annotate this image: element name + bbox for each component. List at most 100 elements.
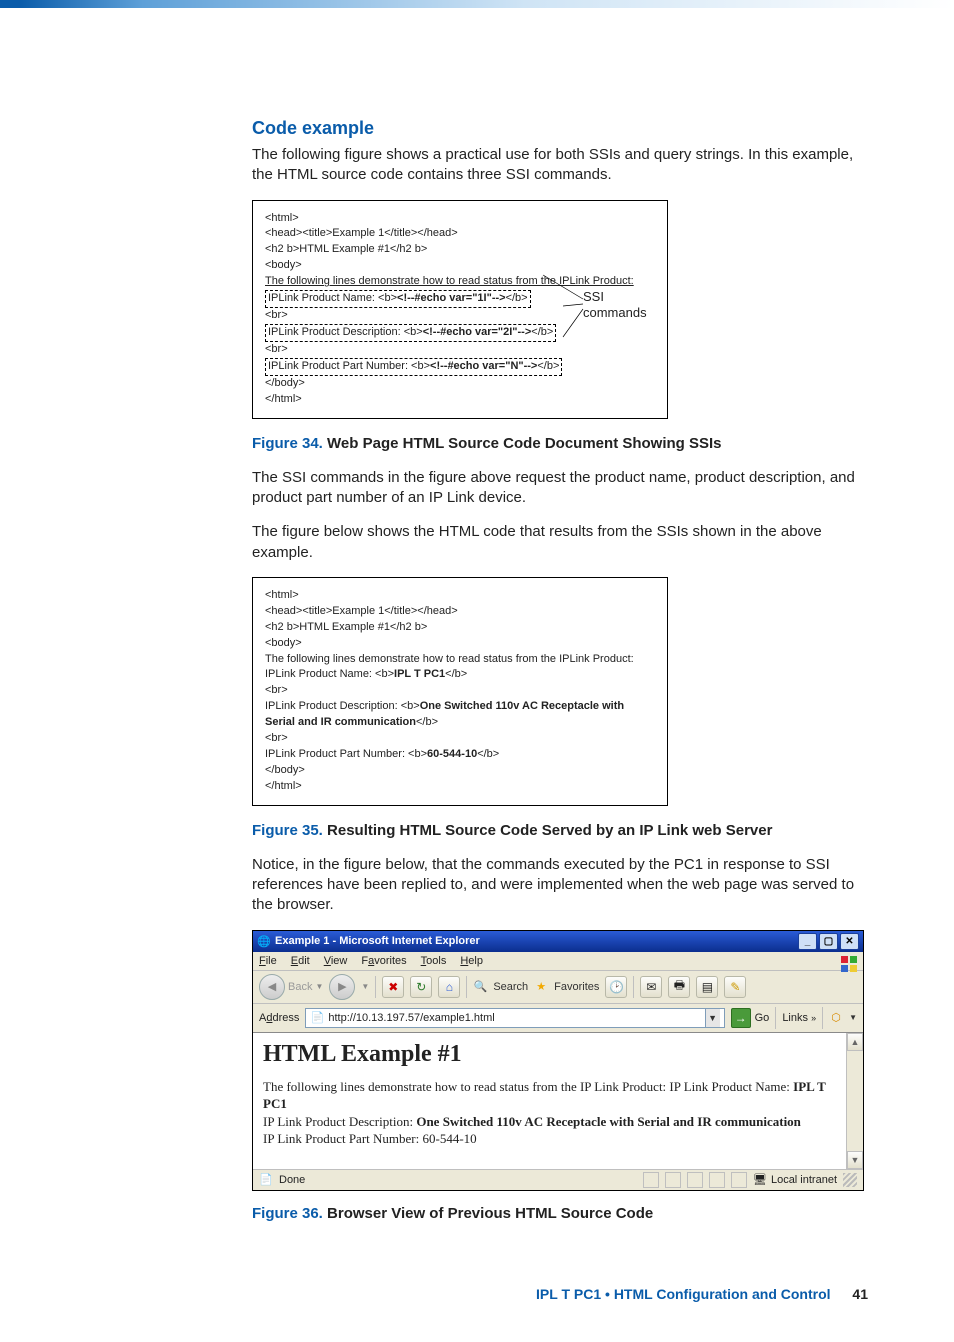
resize-grip-icon[interactable] (843, 1173, 857, 1187)
menu-view[interactable]: View (324, 955, 348, 967)
status-text: Done (279, 1174, 305, 1186)
body-paragraph: The figure below shows the HTML code tha… (252, 522, 868, 563)
menu-help[interactable]: Help (460, 955, 483, 967)
toolbar: ◀ Back ▼ ▶ ▼ ✖ ↻ ⌂ 🔍 Search ★ Favorites … (253, 971, 863, 1004)
forward-dropdown-icon[interactable]: ▼ (361, 982, 369, 991)
figure-title: Web Page HTML Source Code Document Showi… (327, 435, 722, 452)
status-cell (643, 1172, 659, 1188)
refresh-button[interactable]: ↻ (410, 976, 432, 998)
menubar: FFileile Edit View Favorites Tools Help (253, 952, 863, 971)
code-line: <h2 b>HTML Example #1</h2 b> (265, 242, 657, 258)
code-line: <body> (265, 636, 657, 652)
go-button[interactable]: → Go (731, 1008, 770, 1028)
scroll-up-icon[interactable]: ▲ (847, 1033, 863, 1051)
page-number: 41 (852, 1286, 868, 1302)
body-paragraph: Notice, in the figure below, that the co… (252, 855, 868, 916)
status-cell (731, 1172, 747, 1188)
url-text: http://10.13.197.57/example1.html (328, 1012, 700, 1024)
figure-34-caption: Figure 34. Web Page HTML Source Code Doc… (252, 435, 868, 452)
statusbar: 📄 Done 🖥 Local intranet (253, 1169, 863, 1190)
browser-viewport: ▲ ▼ HTML Example #1 The following lines … (253, 1033, 863, 1169)
norton-icon[interactable]: ⬡ (829, 1011, 843, 1025)
security-zone: 🖥 Local intranet (753, 1173, 837, 1187)
norton-dropdown-icon[interactable]: ▼ (849, 1013, 857, 1022)
scroll-down-icon[interactable]: ▼ (847, 1151, 863, 1169)
code-line-ssi-3: IPLink Product Part Number: <b><!--#echo… (265, 358, 657, 376)
code-line: IPLink Product Description: <b>One Switc… (265, 699, 657, 731)
figure-title: Resulting HTML Source Code Served by an … (327, 822, 772, 839)
menu-edit[interactable]: Edit (291, 955, 310, 967)
scroll-track[interactable] (847, 1051, 863, 1151)
code-line: <html> (265, 211, 657, 227)
ssi-annotation: SSI commands (583, 289, 647, 323)
menu-tools[interactable]: Tools (421, 955, 447, 967)
code-line: IPLink Product Part Number: <b>60-544-10… (265, 747, 657, 763)
close-button[interactable]: ✕ (840, 933, 859, 950)
status-cell (665, 1172, 681, 1188)
links-label[interactable]: Links » (782, 1012, 816, 1024)
figure-35-caption: Figure 35. Resulting HTML Source Code Se… (252, 822, 868, 839)
code-line: </html> (265, 392, 657, 408)
browser-screenshot: 🌐 Example 1 - Microsoft Internet Explore… (252, 930, 864, 1191)
ssi-command-3: IPLink Product Part Number: <b><!--#echo… (265, 358, 562, 376)
page-icon: 📄 (310, 1011, 324, 1025)
menu-file[interactable]: FFileile (259, 955, 277, 967)
code-line: </body> (265, 376, 657, 392)
page-text: The following lines demonstrate how to r… (263, 1078, 841, 1148)
section-heading: Code example (252, 118, 868, 139)
mail-button[interactable]: ✉ (640, 976, 662, 998)
back-dropdown-icon[interactable]: ▼ (315, 982, 323, 991)
favorites-label: Favorites (554, 981, 599, 993)
footer-text: IPL T PC1 • HTML Configuration and Contr… (536, 1286, 830, 1302)
forward-button[interactable]: ▶ (329, 974, 355, 1000)
intranet-icon: 🖥 (753, 1173, 767, 1187)
minimize-button[interactable]: _ (798, 933, 817, 950)
figure-number: Figure 35. (252, 822, 323, 839)
home-button[interactable]: ⌂ (438, 976, 460, 998)
windows-logo-icon (839, 954, 859, 974)
go-label: Go (755, 1012, 770, 1024)
titlebar: 🌐 Example 1 - Microsoft Internet Explore… (253, 931, 863, 952)
code-line: </html> (265, 779, 657, 795)
page-top-rule (0, 0, 954, 8)
figure-36-caption: Figure 36. Browser View of Previous HTML… (252, 1205, 868, 1222)
address-label: Address (259, 1012, 299, 1024)
ssi-command-2: IPLink Product Description: <b><!--#echo… (265, 324, 556, 342)
page-body: Code example The following figure shows … (0, 8, 954, 1342)
page-footer: IPL T PC1 • HTML Configuration and Contr… (252, 1286, 868, 1302)
address-input[interactable]: 📄 http://10.13.197.57/example1.html ▼ (305, 1008, 724, 1028)
maximize-button[interactable]: ▢ (819, 933, 838, 950)
address-dropdown-icon[interactable]: ▼ (705, 1009, 720, 1027)
code-line-ssi-2: IPLink Product Description: <b><!--#echo… (265, 324, 657, 342)
back-button[interactable]: ◀ (259, 974, 285, 1000)
code-line: <head><title>Example 1</title></head> (265, 226, 657, 242)
code-line: </body> (265, 763, 657, 779)
menu-favorites[interactable]: Favorites (361, 955, 406, 967)
print-button[interactable]: 🖶 (668, 976, 690, 998)
addressbar-separator (775, 1007, 776, 1029)
history-button[interactable]: 🕑 (605, 976, 627, 998)
figure-number: Figure 36. (252, 1205, 323, 1222)
window-title: Example 1 - Microsoft Internet Explorer (275, 935, 480, 947)
code-line: <h2 b>HTML Example #1</h2 b> (265, 620, 657, 636)
figure-title: Browser View of Previous HTML Source Cod… (327, 1205, 653, 1222)
code-line: <br> (265, 683, 657, 699)
code-box-result-source: <html> <head><title>Example 1</title></h… (252, 577, 668, 806)
back-label: Back (288, 981, 312, 993)
favorites-star-icon[interactable]: ★ (534, 980, 548, 994)
code-line: IPLink Product Name: <b>IPL T PC1</b> (265, 667, 657, 683)
body-paragraph: The SSI commands in the figure above req… (252, 468, 868, 509)
edit-button[interactable]: ▤ (696, 976, 718, 998)
figure-number: Figure 34. (252, 435, 323, 452)
code-line: <br> (265, 342, 657, 358)
discuss-button[interactable]: ✎ (724, 976, 746, 998)
stop-button[interactable]: ✖ (382, 976, 404, 998)
toolbar-separator (633, 976, 634, 998)
page-done-icon: 📄 (259, 1173, 273, 1187)
scrollbar[interactable]: ▲ ▼ (846, 1033, 863, 1169)
code-line: <body> (265, 258, 657, 274)
search-icon[interactable]: 🔍 (473, 980, 487, 994)
toolbar-separator (375, 976, 376, 998)
address-bar: Address 📄 http://10.13.197.57/example1.h… (253, 1004, 863, 1033)
code-box-ssi-source: SSI commands <html> <head><title>Example… (252, 200, 668, 419)
